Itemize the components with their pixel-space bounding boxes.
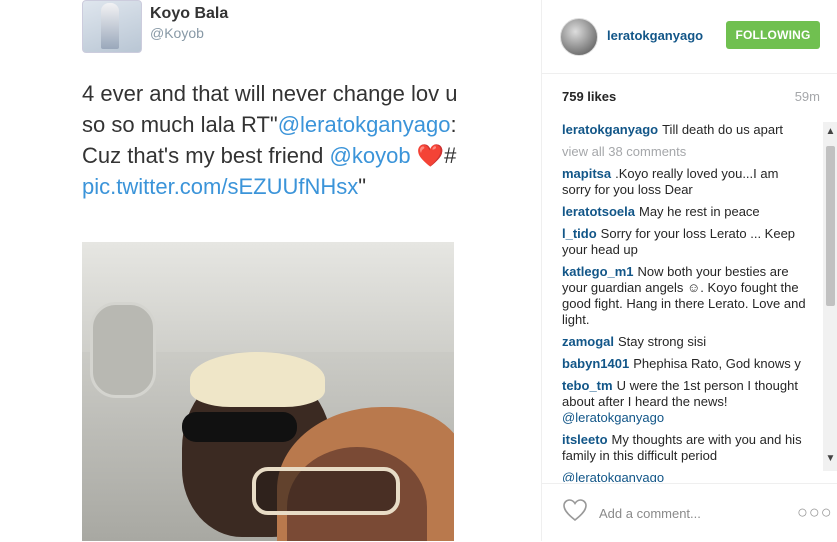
scroll-up-arrow-icon[interactable]: ▲ [823,126,837,140]
list-item: @leratokganyago [562,470,807,482]
comment-username[interactable]: itsleeto [562,432,608,447]
view-all-comments-link[interactable]: view all 38 comments [562,144,807,160]
comment-username[interactable]: babyn1401 [562,356,629,371]
comments-scrollbar[interactable]: ▲ ▼ [823,122,837,471]
tweet-avatar [82,0,142,53]
comment-text: May he rest in peace [638,204,760,219]
list-item: l_tido Sorry for your loss Lerato ... Kee… [562,226,807,258]
list-item: leratotsoela May he rest in peace [562,204,807,220]
comment-bar: ○○○ [542,483,837,542]
post-timestamp[interactable]: 59m [795,89,820,104]
post-sidebar: leratokganyago FOLLOWING 759 likes 59m l… [541,0,837,541]
comment-text: Stay strong sisi [618,334,707,349]
post-meta: 759 likes 59m [562,89,820,105]
tweet-link: pic.twitter.com/sEZUUfNHsx [82,174,359,199]
list-item: zamogal Stay strong sisi [562,334,807,350]
post-username[interactable]: leratokganyago [607,28,703,43]
tweet-text-part: " [358,174,367,199]
tweet-mention: @leratokganyago [277,112,451,137]
list-item: katlego_m1 Now both your besties are your… [562,264,807,328]
comment-username[interactable]: zamogal [562,334,614,349]
heart-emoji-icon: ❤️ [416,143,445,168]
tweet-mention: @koyob [329,143,411,168]
list-item: babyn1401 Phephisa Rato, God knows y [562,356,807,372]
add-comment-input[interactable] [597,503,791,523]
tweet-text: 4 ever and that will never change lov u … [82,78,462,202]
like-heart-icon[interactable] [562,498,588,522]
comment-username[interactable]: mapitsa [562,166,611,181]
list-item: mapitsa .Koyo really loved you...I am sor… [562,166,807,198]
comment-username[interactable]: tebo_tm [562,378,613,393]
tweet-text-part: # [444,143,457,168]
comment-username[interactable]: l_tido [562,226,597,241]
scroll-down-arrow-icon[interactable]: ▼ [823,453,837,467]
list-item: tebo_tm U were the 1st person I thought a… [562,378,807,426]
post-image: Koyo Bala @Koyob 4 ever and that will ne… [0,0,541,541]
comment-list: leratokganyago Till death do us apart vie… [562,122,807,482]
comment-username[interactable]: leratokganyago [562,122,658,137]
comment-text: Till death do us apart [662,122,784,137]
comment-username[interactable]: leratotsoela [562,204,635,219]
caption: leratokganyago Till death do us apart [562,122,807,138]
tweet-author-handle: @Koyob [150,25,204,41]
avatar[interactable] [560,18,598,56]
comment-mention[interactable]: @leratokganyago [562,410,664,425]
tweet-photo [82,242,454,541]
comment-text: Phephisa Rato, God knows y [633,356,801,371]
comment-username[interactable]: katlego_m1 [562,264,634,279]
following-button[interactable]: FOLLOWING [726,21,820,49]
tweet-author-name: Koyo Bala [150,5,229,22]
comment-mention[interactable]: @leratokganyago [562,470,664,482]
list-item: itsleeto My thoughts are with you and his… [562,432,807,464]
scrollbar-thumb[interactable] [826,146,835,306]
likes-count[interactable]: 759 likes [562,89,616,104]
post-header: leratokganyago FOLLOWING [542,0,837,74]
more-options-icon[interactable]: ○○○ [797,502,833,523]
